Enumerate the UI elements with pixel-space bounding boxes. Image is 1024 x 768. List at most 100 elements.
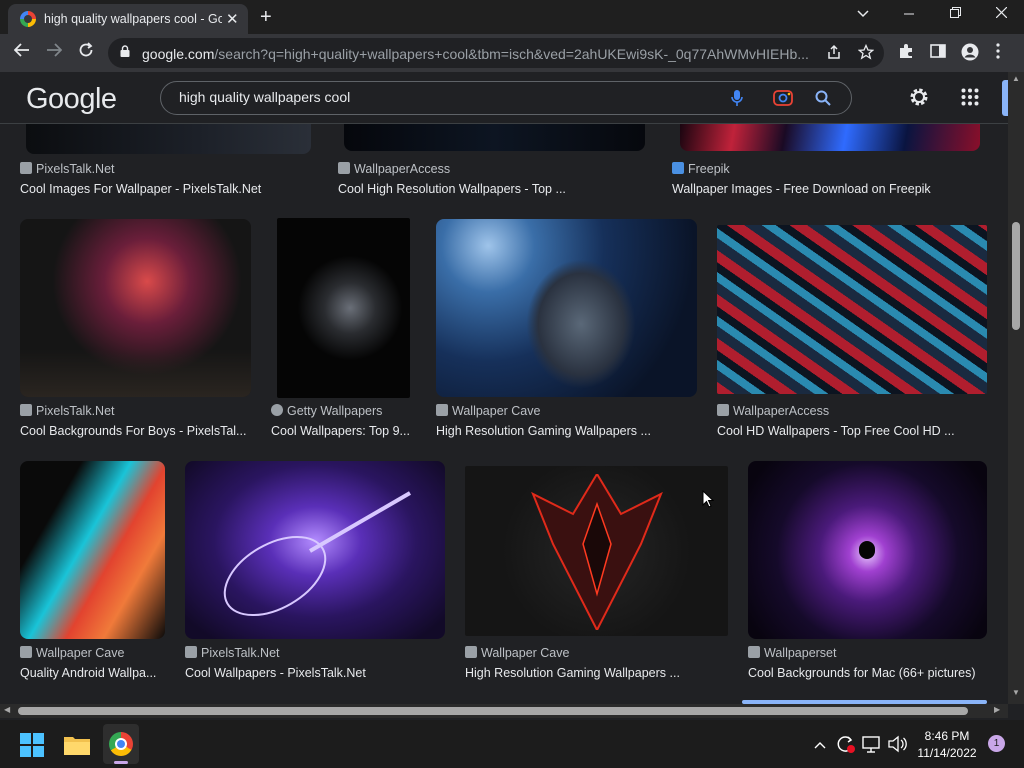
vertical-scrollbar[interactable]: ▲ ▼: [1008, 72, 1024, 704]
new-tab-button[interactable]: +: [260, 6, 272, 29]
side-panel-icon[interactable]: [930, 43, 946, 63]
result-title[interactable]: Cool Wallpapers: Top 9...: [271, 424, 416, 438]
file-explorer-icon[interactable]: [64, 734, 90, 761]
profile-avatar-icon[interactable]: [961, 43, 979, 65]
minimize-icon[interactable]: [894, 5, 924, 22]
result-source[interactable]: PixelsTalk.Net: [185, 646, 280, 660]
source-favicon-icon: [436, 404, 448, 416]
tab-title: high quality wallpapers cool - Go: [44, 12, 222, 26]
result-source[interactable]: Freepik: [672, 162, 730, 176]
result-image[interactable]: [717, 225, 987, 394]
horizontal-scroll-thumb[interactable]: [18, 707, 968, 715]
extensions-puzzle-icon[interactable]: [898, 43, 914, 63]
source-favicon-icon: [20, 404, 32, 416]
result-title[interactable]: Wallpaper Images - Free Download on Free…: [672, 182, 992, 196]
url-text[interactable]: google.com/search?q=high+quality+wallpap…: [142, 46, 810, 62]
result-source[interactable]: Wallpaperset: [748, 646, 837, 660]
taskbar-date[interactable]: 11/14/2022: [910, 746, 984, 760]
network-icon[interactable]: [862, 735, 882, 758]
notification-badge[interactable]: 1: [988, 735, 1005, 752]
result-title[interactable]: Cool Images For Wallpaper - PixelsTalk.N…: [20, 182, 320, 196]
google-logo[interactable]: Google: [26, 83, 117, 116]
guitar-glyph: [223, 491, 412, 617]
scroll-right-arrow-icon[interactable]: ▶: [994, 705, 1000, 714]
browser-toolbar: google.com/search?q=high+quality+wallpap…: [0, 34, 1024, 72]
result-image[interactable]: [680, 124, 980, 151]
result-title[interactable]: High Resolution Gaming Wallpapers ...: [465, 666, 730, 680]
source-favicon-icon: [748, 646, 760, 658]
result-source[interactable]: PixelsTalk.Net: [20, 404, 115, 418]
search-box[interactable]: [160, 81, 852, 115]
result-title[interactable]: Cool Backgrounds for Mac (66+ pictures): [748, 666, 993, 680]
source-favicon-icon: [338, 162, 350, 174]
forward-arrow-icon[interactable]: [46, 42, 63, 62]
microphone-icon[interactable]: [731, 89, 743, 112]
vertical-scroll-thumb[interactable]: [1012, 222, 1020, 330]
source-favicon-icon: [672, 162, 684, 174]
result-image[interactable]: [277, 218, 410, 398]
source-favicon-icon: [717, 404, 729, 416]
result-source[interactable]: Wallpaper Cave: [436, 404, 540, 418]
result-image[interactable]: [185, 461, 445, 639]
share-icon[interactable]: [826, 44, 842, 64]
result-source[interactable]: Wallpaper Cave: [465, 646, 569, 660]
result-title[interactable]: Cool High Resolution Wallpapers - Top ..…: [338, 182, 648, 196]
result-image[interactable]: [436, 219, 697, 397]
result-source[interactable]: PixelsTalk.Net: [20, 162, 115, 176]
result-image[interactable]: [465, 466, 728, 636]
address-bar[interactable]: google.com/search?q=high+quality+wallpap…: [108, 38, 884, 68]
windows-start-icon[interactable]: [20, 733, 44, 762]
windows-taskbar: 8:46 PM 11/14/2022 1: [0, 720, 1024, 768]
result-title[interactable]: Cool Wallpapers - PixelsTalk.Net: [185, 666, 445, 680]
search-input[interactable]: [179, 89, 699, 105]
result-image[interactable]: [26, 124, 311, 154]
result-title[interactable]: Quality Android Wallpa...: [20, 666, 170, 680]
apps-grid-icon[interactable]: [961, 88, 979, 111]
emblem-glyph: [531, 474, 663, 630]
result-image[interactable]: [748, 461, 987, 639]
source-favicon-icon: [20, 646, 32, 658]
google-favicon-icon: [20, 11, 36, 27]
source-favicon-icon: [20, 162, 32, 174]
horizontal-scrollbar[interactable]: ◀ ▶: [0, 704, 1008, 718]
taskbar-time[interactable]: 8:46 PM: [910, 729, 984, 743]
browser-tab[interactable]: high quality wallpapers cool - Go ✕: [8, 4, 248, 34]
result-source[interactable]: WallpaperAccess: [338, 162, 450, 176]
scroll-left-arrow-icon[interactable]: ◀: [4, 705, 10, 714]
reload-icon[interactable]: [78, 42, 94, 63]
result-image[interactable]: [20, 461, 165, 639]
chrome-icon: [109, 732, 133, 756]
image-results: PixelsTalk.Net Cool Images For Wallpaper…: [0, 124, 1008, 704]
bookmark-star-icon[interactable]: [857, 43, 875, 64]
source-favicon-icon: [185, 646, 197, 658]
chrome-menu-icon[interactable]: [996, 43, 1000, 63]
lock-icon[interactable]: [120, 45, 130, 57]
restore-icon[interactable]: [940, 5, 970, 22]
result-image[interactable]: [344, 124, 645, 151]
close-window-icon[interactable]: [986, 5, 1016, 22]
tab-strip: high quality wallpapers cool - Go ✕ +: [0, 0, 1024, 34]
tray-chevron-up-icon[interactable]: [814, 736, 826, 754]
result-source[interactable]: WallpaperAccess: [717, 404, 829, 418]
result-title[interactable]: Cool Backgrounds For Boys - PixelsTal...: [20, 424, 252, 438]
result-source[interactable]: Getty Wallpapers: [271, 404, 382, 418]
result-title[interactable]: Cool HD Wallpapers - Top Free Cool HD ..…: [717, 424, 987, 438]
chrome-taskbar-button[interactable]: [103, 724, 139, 764]
tab-close-icon[interactable]: ✕: [226, 10, 239, 28]
search-icon[interactable]: [815, 90, 831, 111]
sync-alert-icon[interactable]: [836, 734, 856, 759]
source-favicon-icon: [271, 404, 283, 416]
volume-icon[interactable]: [888, 735, 908, 758]
google-header: Google: [0, 72, 1008, 124]
back-arrow-icon[interactable]: [13, 42, 30, 62]
lens-camera-icon[interactable]: [773, 89, 793, 112]
mouse-cursor-icon: [702, 490, 714, 508]
tab-search-chevron-icon[interactable]: [848, 5, 878, 22]
scroll-down-arrow-icon[interactable]: ▼: [1012, 688, 1020, 697]
result-title[interactable]: High Resolution Gaming Wallpapers ...: [436, 424, 701, 438]
source-favicon-icon: [465, 646, 477, 658]
result-image[interactable]: [20, 219, 251, 397]
settings-gear-icon[interactable]: [908, 86, 930, 113]
scroll-up-arrow-icon[interactable]: ▲: [1012, 74, 1020, 83]
result-source[interactable]: Wallpaper Cave: [20, 646, 124, 660]
